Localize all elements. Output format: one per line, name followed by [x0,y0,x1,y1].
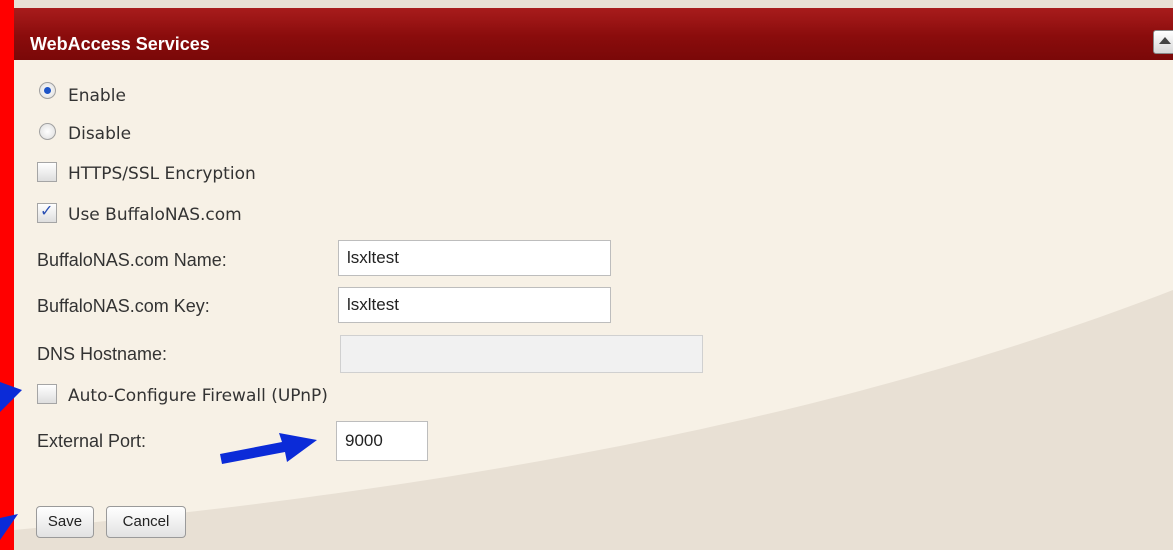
buffalonas-name-input[interactable]: lsxltest [338,240,611,276]
https-checkbox[interactable] [37,162,57,182]
external-port-label: External Port: [37,431,147,451]
enable-radio[interactable] [39,82,56,99]
chevron-up-icon[interactable] [1153,30,1173,54]
webaccess-panel: WebAccess Services Enable Disable HTTPS/… [14,0,1173,550]
upnp-label: Auto-Configure Firewall (UPnP) [68,386,328,406]
panel-title: WebAccess Services [30,34,210,54]
dns-hostname-input[interactable] [340,335,703,373]
buffalonas-key-input[interactable]: lsxltest [338,287,611,323]
enable-label: Enable [68,86,126,106]
disable-label: Disable [68,124,132,144]
cancel-button[interactable]: Cancel [106,506,186,538]
external-port-input[interactable]: 9000 [336,421,428,461]
buffalonas-key-label: BuffaloNAS.com Key: [37,296,210,316]
buffalonas-checkbox[interactable]: ✓ [37,201,57,223]
disable-radio[interactable] [39,123,56,140]
save-button[interactable]: Save [36,506,94,538]
dns-hostname-label: DNS Hostname: [37,344,168,364]
checkmark-icon: ✓ [40,201,54,220]
panel-title-bar: WebAccess Services [14,8,1173,60]
buffalonas-name-label: BuffaloNAS.com Name: [37,250,227,270]
https-label: HTTPS/SSL Encryption [68,164,256,184]
upnp-checkbox[interactable] [37,384,57,404]
buffalonas-label: Use BuffaloNAS.com [68,205,242,225]
